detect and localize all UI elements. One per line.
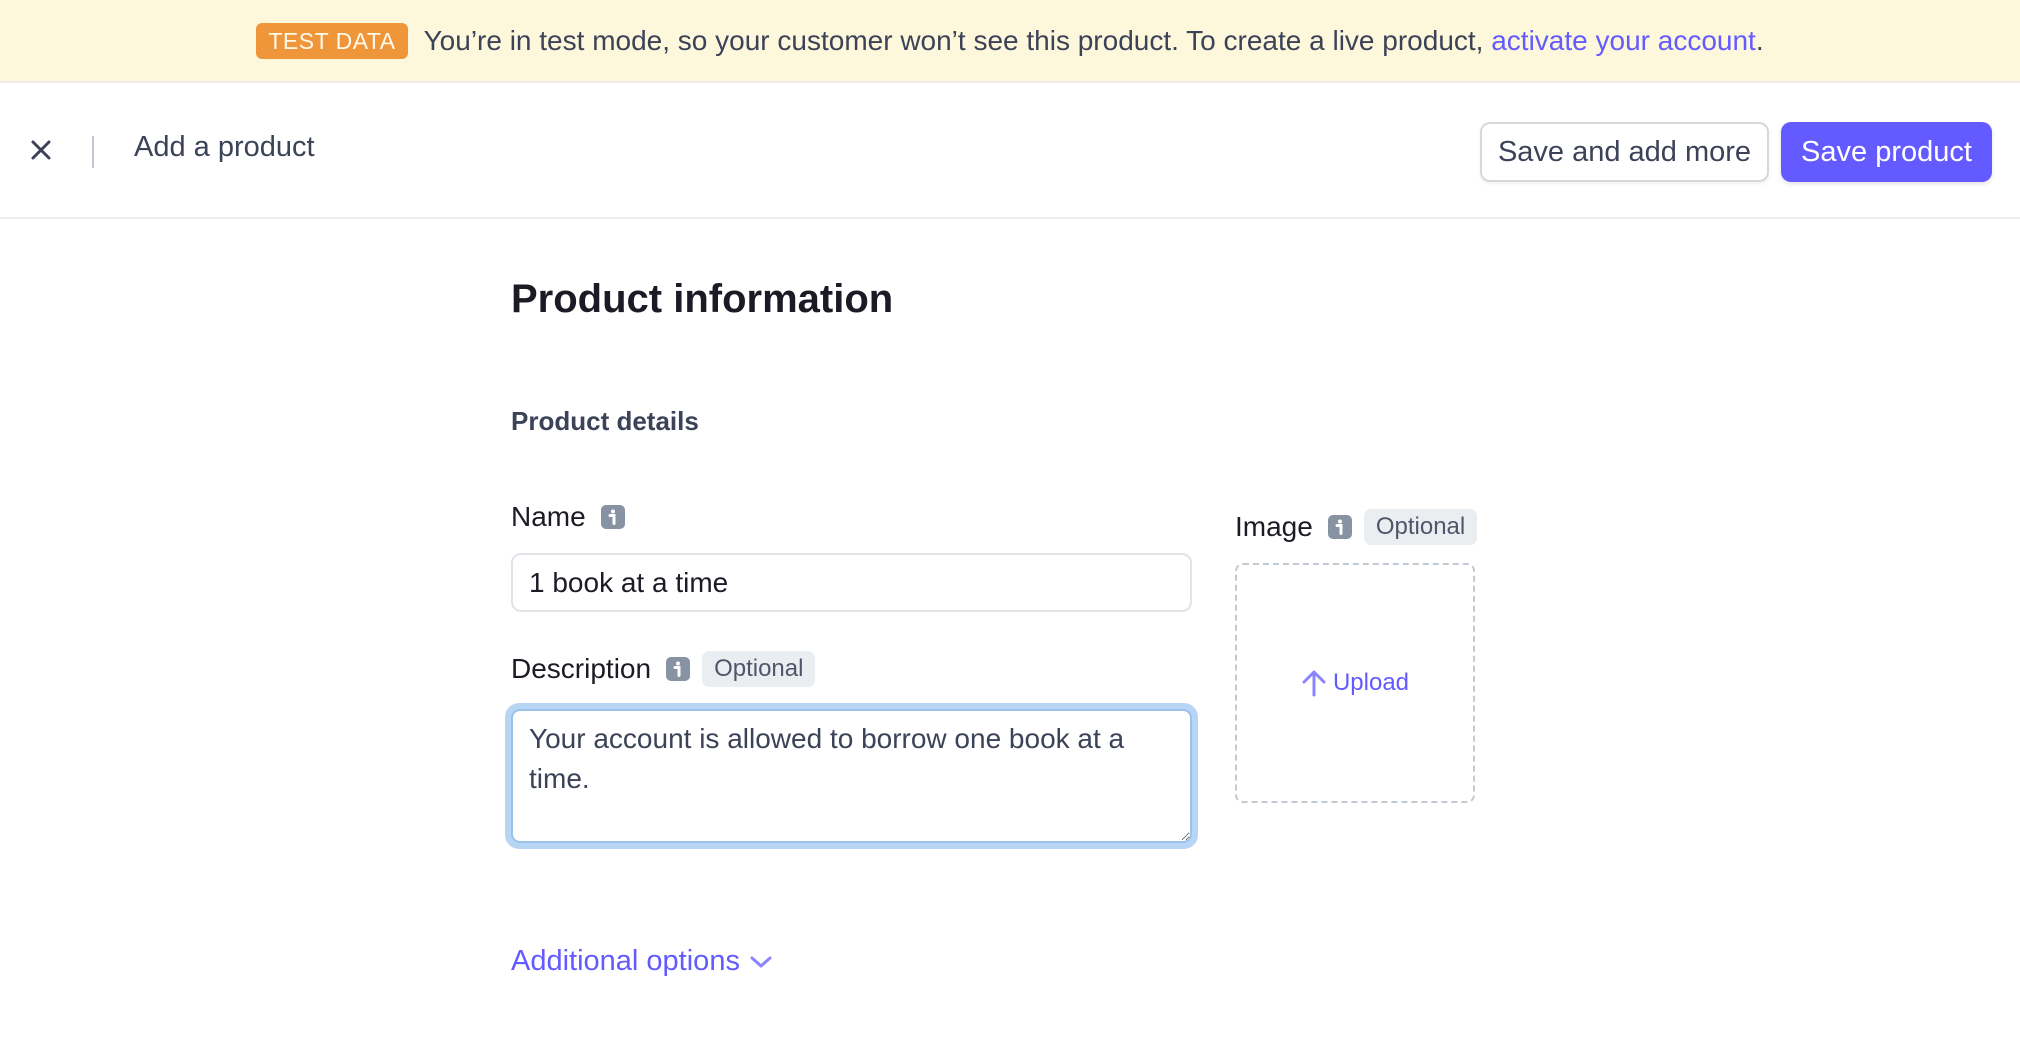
banner-suffix: . (1755, 24, 1764, 56)
info-glyph (673, 661, 681, 677)
banner-content: TEST DATA You’re in test mode, so your c… (256, 22, 1764, 59)
banner-message: You’re in test mode, so your customer wo… (423, 24, 1492, 56)
header-divider (92, 136, 94, 168)
description-focus-ring: Your account is allowed to borrow one bo… (505, 703, 1198, 849)
upload-label: Upload (1332, 669, 1410, 696)
section-heading: Product details (511, 406, 699, 436)
additional-options-label: Additional options (511, 945, 740, 977)
info-icon[interactable] (666, 657, 691, 681)
description-textarea[interactable]: Your account is allowed to borrow one bo… (511, 709, 1192, 843)
arrow-up-icon (1302, 670, 1326, 697)
image-upload-dropzone[interactable]: Upload (1235, 563, 1475, 803)
save-and-add-more-button[interactable]: Save and add more (1480, 122, 1769, 182)
image-label: Image (1235, 511, 1313, 542)
description-label-row: Description Optional (511, 651, 816, 687)
image-label-row: Image Optional (1235, 509, 1478, 545)
upload-button[interactable]: Upload (1301, 669, 1409, 697)
chevron-down-icon (750, 956, 772, 967)
close-button[interactable] (26, 135, 56, 165)
test-mode-banner: TEST DATA You’re in test mode, so your c… (0, 0, 2020, 83)
activate-account-link[interactable]: activate your account (1491, 25, 1756, 56)
info-icon[interactable] (1327, 515, 1352, 539)
info-glyph (608, 509, 616, 525)
save-product-button[interactable]: Save product (1781, 122, 1992, 182)
form-heading: Product information (511, 277, 894, 321)
name-label-row: Name (511, 501, 625, 533)
test-data-badge: TEST DATA (256, 22, 408, 59)
close-icon (31, 140, 51, 160)
page-title: Add a product (134, 131, 315, 163)
additional-options-toggle[interactable]: Additional options (511, 945, 772, 978)
info-glyph (1335, 519, 1343, 535)
name-input[interactable] (511, 553, 1192, 612)
banner-message-wrap: You’re in test mode, so your customer wo… (424, 25, 1764, 57)
page-header: Add a product Save and add more Save pro… (0, 83, 2020, 219)
name-label: Name (511, 501, 586, 532)
info-icon[interactable] (600, 505, 625, 529)
optional-badge: Optional (702, 651, 816, 687)
description-label: Description (511, 653, 652, 684)
optional-badge: Optional (1363, 509, 1478, 545)
